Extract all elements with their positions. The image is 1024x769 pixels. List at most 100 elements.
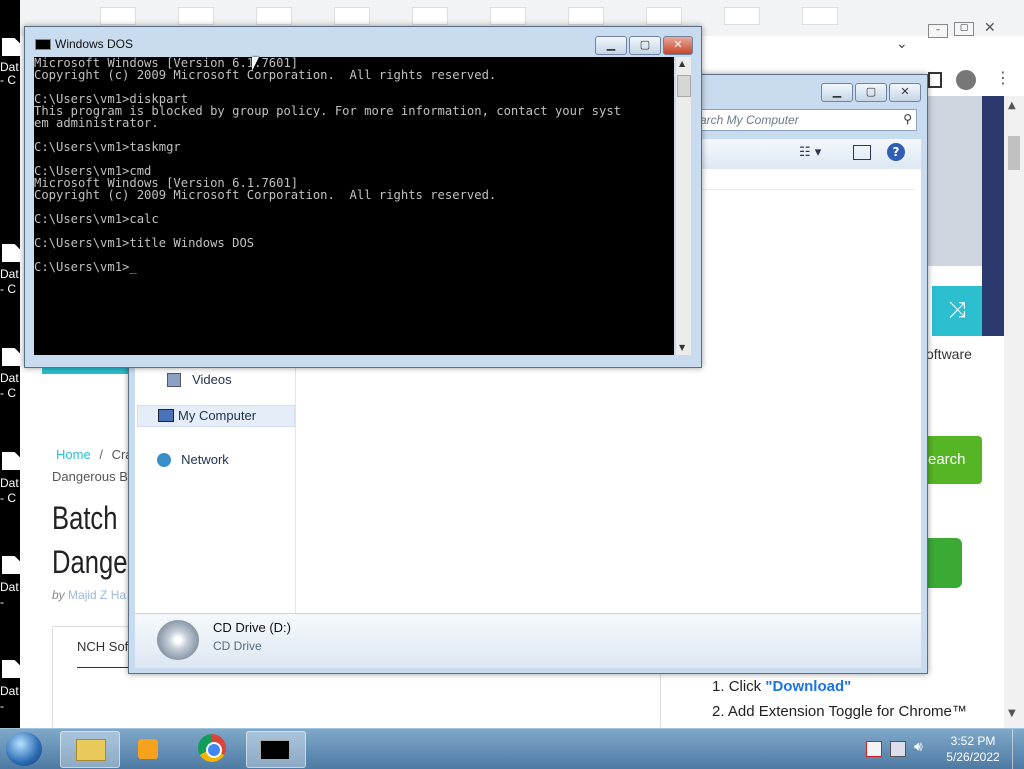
column-header-line bbox=[701, 189, 915, 190]
scrollbar-up-icon[interactable]: ▲ bbox=[679, 59, 685, 68]
desktop-icon-label: - C bbox=[0, 282, 16, 296]
mouse-pointer-icon bbox=[252, 57, 259, 71]
bookmark-icon[interactable] bbox=[412, 7, 448, 25]
search-icon[interactable]: ⚲ bbox=[903, 112, 912, 126]
page-scrollbar[interactable]: ▲ ▼ bbox=[1004, 96, 1024, 728]
desktop-file-icon[interactable] bbox=[2, 452, 20, 470]
scrollbar-down-icon[interactable]: ▼ bbox=[1008, 708, 1016, 719]
search-button-label: earch bbox=[928, 451, 966, 468]
close-button[interactable]: ✕ bbox=[889, 83, 921, 102]
maximize-button[interactable]: ▢ bbox=[629, 36, 661, 55]
clock-date: 5/26/2022 bbox=[946, 750, 1000, 764]
desktop-icon-label: - C bbox=[0, 386, 16, 400]
bookmark-icon[interactable] bbox=[724, 7, 760, 25]
taskbar-console-button[interactable] bbox=[246, 731, 306, 768]
menu-icon[interactable]: ⋮ bbox=[995, 68, 1011, 87]
desktop-file-icon[interactable] bbox=[2, 660, 20, 678]
console-app-icon bbox=[35, 39, 51, 50]
console-line: C:\Users\vm1>_ bbox=[34, 260, 137, 274]
taskbar-explorer-button[interactable] bbox=[60, 731, 120, 768]
bookmark-icon[interactable] bbox=[178, 7, 214, 25]
desktop-icon-label: - C bbox=[0, 73, 16, 87]
minimize-button[interactable]: ▁ bbox=[595, 36, 627, 55]
console-title-bar: Windows DOS ▁ ▢ ✕ bbox=[25, 27, 701, 57]
shuffle-button[interactable]: ⤨ bbox=[932, 286, 982, 336]
article-title-line2: Dange bbox=[52, 544, 128, 580]
minimize-button[interactable]: – bbox=[928, 24, 948, 38]
desktop-file-icon[interactable] bbox=[2, 348, 20, 366]
console-line: Copyright (c) 2009 Microsoft Corporation… bbox=[34, 68, 497, 82]
explorer-search-placeholder: arch My Computer bbox=[700, 113, 799, 127]
clock-time: 3:52 PM bbox=[950, 734, 996, 748]
desktop-icon-label: - bbox=[0, 595, 4, 609]
tab-search-icon[interactable] bbox=[928, 72, 942, 88]
start-button[interactable] bbox=[6, 732, 42, 766]
volume-icon[interactable]: 🔊︎ bbox=[914, 739, 923, 755]
byline: by Majid Z Ha bbox=[52, 588, 126, 602]
network-tray-icon[interactable] bbox=[890, 741, 906, 757]
content-divider bbox=[660, 672, 661, 728]
clock[interactable]: 3:52 PM 5/26/2022 bbox=[940, 733, 1006, 765]
bookmark-icon[interactable] bbox=[802, 7, 838, 25]
media-player-icon bbox=[138, 739, 158, 759]
scrollbar-down-icon[interactable]: ▼ bbox=[679, 343, 685, 352]
action-center-icon[interactable] bbox=[866, 741, 882, 757]
console-scrollbar[interactable]: ▲ ▼ bbox=[676, 57, 691, 355]
maximize-button[interactable]: ▢ bbox=[855, 83, 887, 102]
desktop-file-icon[interactable] bbox=[2, 244, 20, 262]
maximize-button[interactable]: ▢ bbox=[954, 22, 974, 36]
nav-item-my-computer[interactable]: My Computer bbox=[137, 405, 295, 427]
nav-item-network[interactable]: Network bbox=[157, 449, 229, 468]
explorer-search-box[interactable]: arch My Computer ⚲ bbox=[697, 109, 917, 131]
console-icon bbox=[260, 740, 290, 760]
desktop-icon-label: - bbox=[0, 699, 4, 713]
cd-drive-icon bbox=[157, 620, 199, 660]
close-icon[interactable]: ✕ bbox=[984, 20, 996, 36]
scrollbar-up-icon[interactable]: ▲ bbox=[1008, 100, 1016, 111]
nav-item-videos[interactable]: Videos bbox=[167, 369, 232, 388]
show-desktop-button[interactable] bbox=[1012, 729, 1024, 769]
chrome-icon-center bbox=[206, 742, 222, 758]
minimize-button[interactable]: ▁ bbox=[821, 83, 853, 102]
scrollbar-thumb[interactable] bbox=[677, 75, 691, 97]
console-output[interactable]: Microsoft Windows [Version 6.1.7601] Cop… bbox=[34, 57, 674, 355]
bookmark-icon[interactable] bbox=[568, 7, 604, 25]
chevron-down-icon[interactable]: ⌄ bbox=[896, 36, 908, 52]
scrollbar-thumb[interactable] bbox=[1008, 136, 1020, 170]
network-icon bbox=[157, 452, 171, 467]
desktop-icon-label: Dat bbox=[0, 684, 19, 698]
step-2: 2. Add Extension Toggle for Chrome™ bbox=[712, 699, 967, 724]
breadcrumb: Home / Cra bbox=[56, 447, 133, 462]
desktop-icon-label: Dat bbox=[0, 267, 19, 281]
console-line: Copyright (c) 2009 Microsoft Corporation… bbox=[34, 188, 497, 202]
nav-item-label: Network bbox=[181, 452, 229, 467]
bookmark-icon[interactable] bbox=[490, 7, 526, 25]
preview-pane-icon[interactable] bbox=[853, 145, 871, 160]
bookmark-icon[interactable] bbox=[256, 7, 292, 25]
desktop-file-icon[interactable] bbox=[2, 556, 20, 574]
breadcrumb-line2: Dangerous B bbox=[52, 469, 128, 484]
console-line: C:\Users\vm1>title Windows DOS bbox=[34, 236, 255, 250]
close-button[interactable]: ✕ bbox=[663, 36, 693, 55]
console-window: Windows DOS ▁ ▢ ✕ Microsoft Windows [Ver… bbox=[24, 26, 702, 368]
bookmark-icon[interactable] bbox=[334, 7, 370, 25]
breadcrumb-separator: / bbox=[99, 447, 103, 462]
help-icon[interactable]: ? bbox=[887, 143, 905, 161]
download-link[interactable]: "Download" bbox=[765, 678, 851, 695]
computer-icon bbox=[158, 409, 174, 422]
view-options-icon[interactable]: ☷ ▾ bbox=[799, 145, 821, 160]
desktop-icon-label: Dat bbox=[0, 60, 19, 74]
bookmark-icon[interactable] bbox=[646, 7, 682, 25]
desktop-icon-label: Dat bbox=[0, 371, 19, 385]
byline-author[interactable]: Majid Z Ha bbox=[68, 588, 126, 602]
search-button[interactable]: earch bbox=[926, 436, 982, 484]
taskbar-chrome-button[interactable] bbox=[184, 731, 242, 766]
desktop-file-icon[interactable] bbox=[2, 38, 20, 56]
taskbar-media-button[interactable] bbox=[122, 731, 180, 766]
bookmark-icon[interactable] bbox=[100, 7, 136, 25]
console-title: Windows DOS bbox=[55, 37, 134, 51]
breadcrumb-home[interactable]: Home bbox=[56, 447, 91, 462]
profile-icon[interactable] bbox=[956, 70, 976, 90]
article-tab-label[interactable]: NCH Sof bbox=[77, 639, 128, 654]
explorer-details-pane: CD Drive (D:) CD Drive bbox=[135, 613, 921, 668]
